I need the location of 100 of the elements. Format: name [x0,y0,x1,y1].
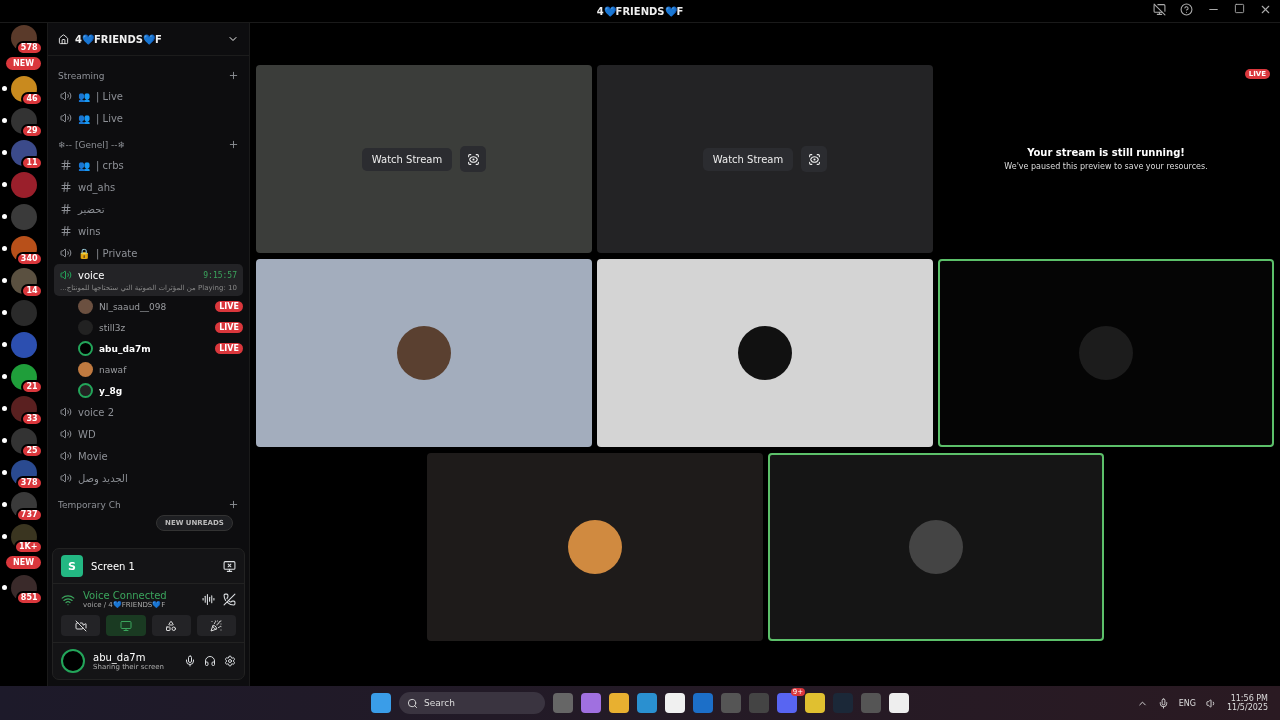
category-name[interactable]: Streaming [58,70,105,81]
channel-item[interactable]: 👥 | Live [54,107,243,129]
mention-badge: 378 [15,476,43,490]
channel-item[interactable]: WD [54,423,243,445]
maximize-icon[interactable] [1234,3,1245,14]
channel-item[interactable]: wd_ahs [54,176,243,198]
speaker-icon[interactable] [1205,697,1217,709]
server-icon[interactable] [10,76,37,102]
camera-button[interactable] [61,615,101,636]
category-name[interactable]: ❄-- [Genel] --❄ [58,139,126,150]
screen-title: Screen 1 [91,560,136,572]
channel-item[interactable]: voice 2 [54,401,243,423]
speaker-icon [60,90,73,102]
hash-icon [60,225,73,237]
monitor-icon [119,619,132,632]
speaker-icon [60,112,73,124]
speaker-icon [60,406,73,418]
live-badge: LIVE [215,343,243,354]
avatar [397,326,451,380]
stop-share-icon[interactable] [223,559,236,573]
mention-badge: 29 [21,124,43,138]
paused-title: Your stream is still running! [1027,147,1185,158]
member-name: nawaf [99,364,127,375]
server-icon[interactable] [10,268,37,294]
microphone-icon[interactable] [184,655,196,667]
taskbar-app-icon[interactable] [637,693,657,713]
plus-icon[interactable] [228,499,239,510]
plus-icon[interactable] [228,70,239,81]
close-icon[interactable] [1259,3,1272,16]
mention-badge: 46 [21,92,43,106]
home-icon [58,33,70,45]
party-icon [210,619,223,632]
avatar [738,326,792,380]
activities-button[interactable] [151,615,191,636]
live-badge: LIVE [215,301,243,312]
server-icon[interactable] [10,428,37,454]
avatar [1079,326,1133,380]
taskbar-app-icon[interactable] [581,693,601,713]
call-timer: 9:15:57 [203,270,237,280]
paused-text: We've paused this preview to save your resources. [1004,162,1208,171]
mention-badge: 11 [21,156,43,170]
channel-item[interactable]: الجديد وصل [54,467,243,489]
mention-badge: 33 [21,412,43,426]
member-name: still3z [99,322,126,333]
speaker-icon [60,472,73,484]
mention-badge: 21 [21,380,43,394]
screen-share-button[interactable] [106,615,146,636]
live-badge: LIVE [215,322,243,333]
soundboard-button[interactable] [196,615,236,636]
signal-icon [61,592,76,607]
sound-wave-icon[interactable] [202,593,215,606]
channel-name: voice [78,269,105,281]
window-title: 4💙FRIENDS💙F [596,5,684,17]
taskbar-app-icon[interactable] [665,693,685,713]
mention-badge: 737 [15,508,43,522]
language-indicator[interactable]: ENG [1178,698,1196,708]
preview-button[interactable] [801,146,828,172]
channel-item[interactable]: 👥 | crbs [54,154,243,176]
taskbar-app-icon[interactable] [889,693,909,713]
speaker-icon [60,450,73,462]
hash-icon [60,181,73,193]
server-icon[interactable] [10,140,37,166]
channel-item[interactable]: wins [54,220,243,242]
hash-icon [60,203,73,215]
server-header[interactable]: 4💙FRIENDS💙F [48,23,249,56]
search-field[interactable]: Search [399,692,545,714]
voice-status: Voice Connected [83,590,168,601]
channel-item[interactable]: 🔒 | Private [54,242,243,264]
hash-icon [60,159,73,171]
settings-icon[interactable] [224,655,236,667]
plus-icon[interactable] [228,139,239,150]
mention-badge: 25 [21,444,43,458]
watch-stream-button[interactable]: Watch Stream [702,147,794,171]
category-name[interactable]: Temporary Ch [58,499,121,510]
start-icon[interactable] [371,693,391,713]
preview-button[interactable] [460,146,487,172]
mention-badge: 14 [21,284,43,298]
help-icon[interactable] [1180,3,1193,16]
channel-item[interactable]: 👥 | Live [54,85,243,107]
channel-item[interactable]: تحضير [54,198,243,220]
clock[interactable]: 11:56 PM 11/5/2025 [1226,694,1268,712]
screen-icon: S [61,555,84,577]
taskbar-app-icon[interactable] [609,693,629,713]
speaker-icon [60,428,73,440]
disconnect-icon[interactable] [223,593,236,606]
headphones-icon[interactable] [204,655,216,667]
server-name: 4💙FRIENDS💙F [75,33,162,45]
microphone-icon[interactable] [1157,697,1169,709]
server-icon[interactable] [10,108,37,134]
user-name: abu_da7m [93,651,147,663]
mention-badge: 578 [15,41,43,55]
member-name: y_8g [99,385,123,396]
member-name: abu_da7m [99,343,151,354]
taskbar-app-icon[interactable] [805,693,825,713]
camera-off-icon [74,619,87,632]
channel-item[interactable]: Movie [54,445,243,467]
watch-stream-button[interactable]: Watch Stream [361,147,453,171]
new-pill: NEW [6,556,41,569]
monitor-icon[interactable] [1153,3,1166,16]
taskbar-app-icon[interactable] [693,693,713,713]
